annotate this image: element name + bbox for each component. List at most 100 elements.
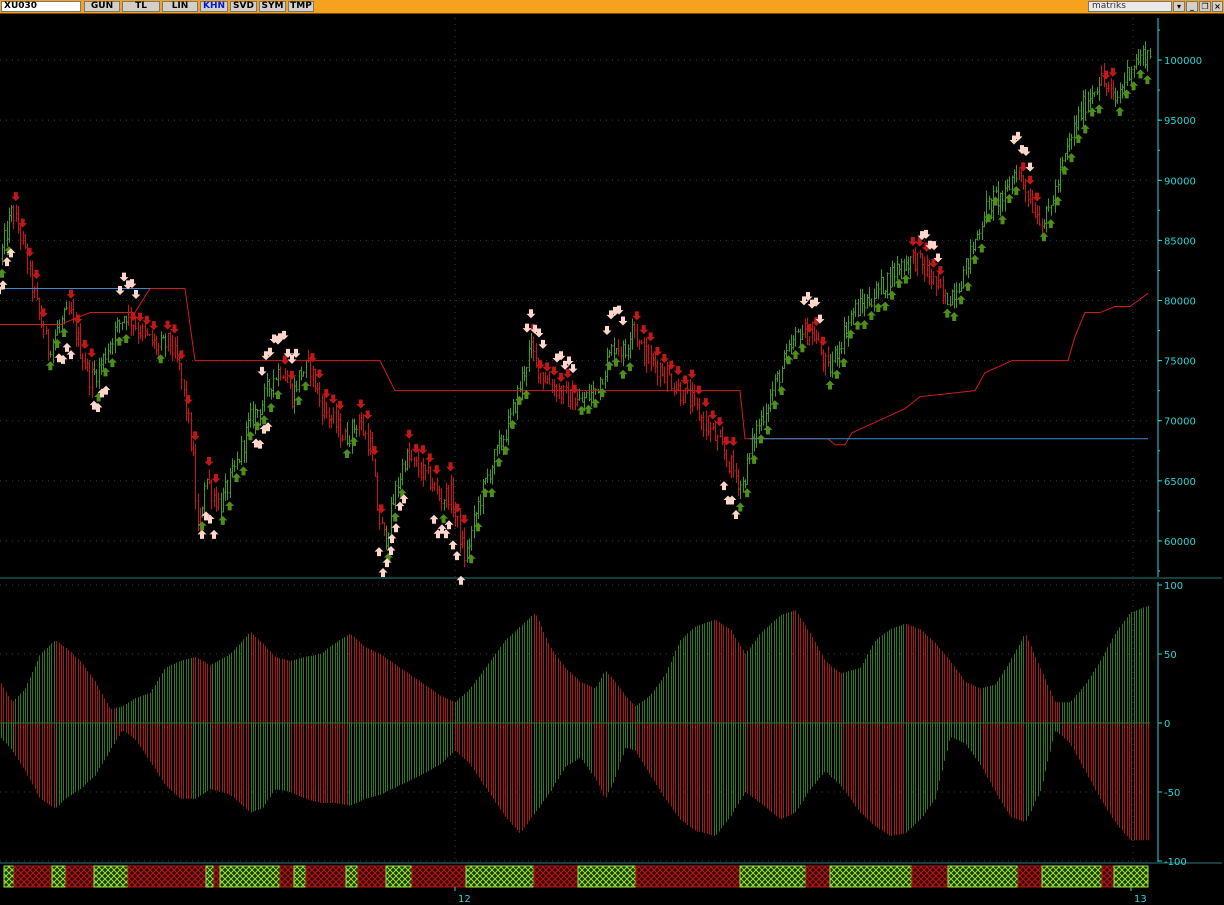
buy-arrow-icon [466,554,476,564]
sell-arrow-icon [446,462,455,472]
sell-arrow-icon [142,315,152,325]
buy-arrow-icon [501,445,511,455]
buy-arrow-icon [777,386,787,396]
ribbon-segment-down [911,865,949,888]
buy-arrow-icon [860,320,869,330]
ribbon-segment-up [293,865,307,888]
sell-arrow-icon [321,389,331,399]
sell-arrow-icon [432,465,442,475]
buy-arrow-icon [998,215,1007,225]
sell-signal-icon [538,339,548,349]
buy-arrow-icon [480,488,490,498]
sell-arrow-icon [680,375,690,385]
sell-arrow-icon [687,369,697,379]
osc-tick-label: 0 [1164,719,1170,730]
buy-arrow-icon [494,457,504,467]
ribbon-segment-up [345,865,359,888]
buy-arrow-icon [791,350,800,360]
price-tick-label: 80000 [1164,297,1196,308]
ribbon-segment-down [805,865,831,888]
buy-arrow-icon [1039,232,1049,242]
sell-arrow-icon [666,360,676,370]
buy-signal-icon [719,481,729,491]
sell-signal-icon [526,309,536,319]
time-axis: 12 13 [454,887,1147,905]
sell-arrow-icon [1025,175,1035,185]
ribbon-segment-up [385,865,413,888]
sell-arrow-icon [1032,192,1042,202]
chart-area: 60000 65000 70000 75000 80000 85000 90000 95000… [0,18,1222,905]
signal-ribbon [3,865,1149,888]
ribbon-segment-down [13,865,53,888]
ribbon-segment-down [127,865,207,888]
ribbon-segment-down [65,865,95,888]
buy-signal-icon [444,520,454,530]
sell-arrow-icon [701,398,711,408]
sell-arrow-icon [80,339,90,349]
sell-arrow-icon [328,394,338,404]
buy-arrow-icon [225,501,235,511]
buy-arrow-icon [273,389,283,399]
time-axis-label: 12 [458,894,471,905]
ribbon-segment-down [1101,865,1115,888]
buy-arrow-icon [832,369,842,379]
sell-signal-icon [115,286,125,296]
buy-arrow-icon [1004,194,1014,204]
sell-signal-icon [522,323,532,333]
sell-arrow-icon [715,417,725,427]
buy-arrow-icon [266,403,276,413]
ribbon-segment-down [279,865,295,888]
signal-arrows [0,67,1152,585]
sell-arrow-icon [11,192,21,202]
sell-arrow-icon [149,321,159,331]
buy-signal-icon [456,575,466,585]
sell-arrow-icon [1018,162,1028,172]
ribbon-segment-down [1017,865,1043,888]
sell-arrow-icon [418,445,428,455]
oscillator-panel [0,605,1150,841]
sell-arrow-icon [404,429,414,439]
buy-arrow-icon [121,333,131,343]
buy-arrow-icon [590,398,600,408]
buy-signal-icon [448,540,458,550]
buy-signal-icon [378,568,388,578]
buy-arrow-icon [1080,124,1090,134]
ribbon-segment-down [213,865,221,888]
sell-arrow-icon [411,444,421,454]
buy-arrow-icon [487,488,497,498]
ribbon-segment-up [205,865,215,888]
buy-signal-icon [391,523,401,533]
buy-arrow-icon [107,358,117,368]
sell-arrow-icon [25,247,35,257]
buy-arrow-icon [597,388,607,398]
sell-arrow-icon [632,311,642,321]
price-axis: 60000 65000 70000 75000 80000 85000 90000 95000… [1157,18,1202,577]
sell-arrow-icon [1101,70,1111,80]
buy-arrow-icon [887,290,897,300]
buy-arrow-icon [784,355,794,365]
buy-arrow-icon [218,515,228,525]
sell-arrow-icon [694,385,704,395]
sell-arrow-icon [314,369,324,379]
buy-arrow-icon [963,281,973,291]
buy-arrow-icon [749,454,759,464]
sell-arrow-icon [370,446,380,456]
buy-arrow-icon [901,274,911,284]
ribbon-segment-up [947,865,1019,888]
buy-arrow-icon [839,358,849,368]
buy-arrow-icon [866,310,876,320]
sell-arrow-icon [818,336,828,346]
buy-arrow-icon [239,466,248,476]
time-axis-label: 13 [1134,894,1147,905]
price-tick-label: 60000 [1164,537,1196,548]
buy-arrow-icon [1115,106,1125,116]
buy-arrow-icon [742,488,752,498]
sell-signal-icon [1025,162,1035,172]
buy-arrow-icon [232,473,242,483]
ribbon-segment-up [93,865,129,888]
sell-arrow-icon [163,320,173,330]
sell-arrow-icon [38,308,48,318]
buy-arrow-icon [956,295,966,305]
sell-arrow-icon [549,366,559,376]
buy-arrow-icon [1046,219,1056,229]
